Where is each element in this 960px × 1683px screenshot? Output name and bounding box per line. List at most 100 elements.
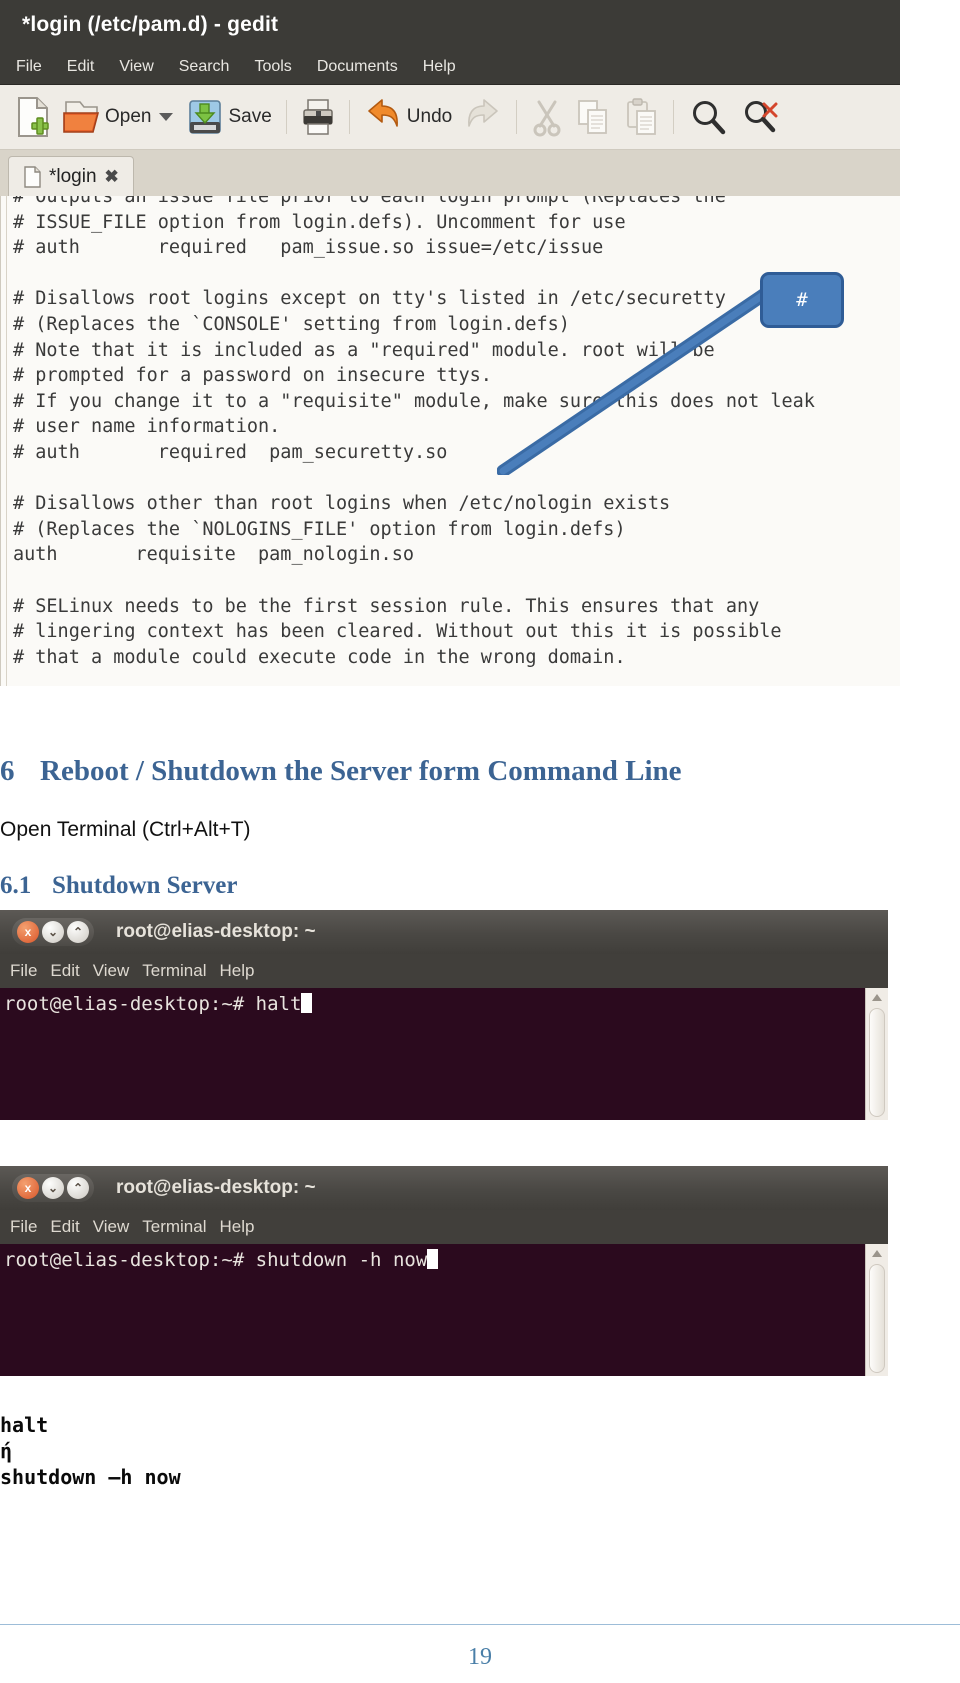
editor-line-blank xyxy=(13,466,900,492)
replace-button[interactable] xyxy=(734,91,786,143)
editor-line-blank xyxy=(13,568,900,594)
editor-line: # SELinux needs to be the first session … xyxy=(13,595,760,617)
undo-button[interactable]: Undo xyxy=(358,91,458,143)
terminal1-title: root@elias-desktop: ~ xyxy=(116,921,316,942)
open-button-label: Open xyxy=(105,106,152,127)
terminal2-body[interactable]: root@elias-desktop:~# shutdown -h now xyxy=(0,1244,888,1376)
window-title: *login (/etc/pam.d) - gedit xyxy=(22,13,279,36)
open-folder-icon xyxy=(62,96,100,138)
editor-line: # (Replaces the `NOLOGINS_FILE' option f… xyxy=(13,518,626,540)
terminal2-titlebar: x ⌄ ⌃ root@elias-desktop: ~ xyxy=(0,1166,888,1210)
menu-file[interactable]: File xyxy=(12,56,46,78)
terminal1-menu-file[interactable]: File xyxy=(10,961,37,981)
terminal1-titlebar: x ⌄ ⌃ root@elias-desktop: ~ xyxy=(0,910,888,954)
page-number: 19 xyxy=(468,1644,492,1670)
redo-arrow-icon xyxy=(464,96,502,138)
new-document-button[interactable] xyxy=(10,91,56,143)
intro-paragraph: Open Terminal (Ctrl+Alt+T) xyxy=(0,818,251,841)
terminal2-menu-terminal[interactable]: Terminal xyxy=(142,1217,206,1237)
undo-arrow-icon xyxy=(364,96,402,138)
save-button[interactable]: Save xyxy=(181,91,277,143)
tab-login[interactable]: *login ✖ xyxy=(8,156,134,196)
toolbar-separator-4 xyxy=(673,100,675,134)
gedit-titlebar: *login (/etc/pam.d) - gedit xyxy=(0,0,900,50)
menu-documents[interactable]: Documents xyxy=(313,56,402,78)
terminal2-prompt: root@elias-desktop:~# xyxy=(4,1249,256,1271)
menu-edit[interactable]: Edit xyxy=(63,56,99,78)
scrollbar-thumb[interactable] xyxy=(869,1264,885,1373)
minimize-icon[interactable]: ⌄ xyxy=(42,921,64,943)
save-button-label: Save xyxy=(228,106,272,127)
terminal1-body[interactable]: root@elias-desktop:~# halt xyxy=(0,988,888,1120)
editor-line: # prompted for a password on insecure tt… xyxy=(13,365,492,387)
terminal1-screen[interactable]: root@elias-desktop:~# halt xyxy=(0,988,865,1120)
redo-button xyxy=(458,91,508,143)
terminal1-menu-view[interactable]: View xyxy=(93,961,130,981)
find-replace-icon xyxy=(740,96,780,138)
terminal1-menu-help[interactable]: Help xyxy=(220,961,255,981)
minimize-icon[interactable]: ⌄ xyxy=(42,1177,64,1199)
terminal1-menubar: File Edit View Terminal Help xyxy=(0,954,888,988)
toolbar-separator-2 xyxy=(348,100,350,134)
terminal2-scrollbar[interactable] xyxy=(865,1244,888,1376)
find-button[interactable] xyxy=(682,91,734,143)
gedit-editor-area[interactable]: # Outputs an issue file prior to each lo… xyxy=(0,196,900,686)
section-heading-6-1: 6.1 Shutdown Server xyxy=(0,872,960,900)
terminal-window-halt: x ⌄ ⌃ root@elias-desktop: ~ File Edit Vi… xyxy=(0,910,888,1120)
maximize-icon[interactable]: ⌃ xyxy=(67,921,89,943)
terminal1-prompt: root@elias-desktop:~# xyxy=(4,993,256,1015)
copy-icon xyxy=(575,96,611,138)
menu-tools[interactable]: Tools xyxy=(250,56,295,78)
open-dropdown-chevron-down-icon[interactable] xyxy=(159,113,174,121)
terminal2-menu-help[interactable]: Help xyxy=(220,1217,255,1237)
maximize-icon[interactable]: ⌃ xyxy=(67,1177,89,1199)
heading1-number: 6 xyxy=(0,755,15,787)
close-icon[interactable]: x xyxy=(17,921,39,943)
terminal1-menu-edit[interactable]: Edit xyxy=(50,961,79,981)
menu-help[interactable]: Help xyxy=(419,56,460,78)
gedit-window: *login (/etc/pam.d) - gedit File Edit Vi… xyxy=(0,0,900,700)
gedit-menubar: File Edit View Search Tools Documents He… xyxy=(0,50,900,85)
editor-line: # user name information. xyxy=(13,416,281,438)
paste-clipboard-icon xyxy=(623,96,659,138)
heading1-text: Reboot / Shutdown the Server form Comman… xyxy=(40,755,682,787)
scroll-up-arrow-icon[interactable] xyxy=(872,1250,882,1257)
toolbar-separator-3 xyxy=(516,100,518,134)
editor-line: # lingering context has been cleared. Wi… xyxy=(13,621,782,643)
editor-line: # If you change it to a "requisite" modu… xyxy=(13,390,815,412)
scroll-up-arrow-icon[interactable] xyxy=(872,994,882,1001)
terminal2-title: root@elias-desktop: ~ xyxy=(116,1177,316,1198)
scrollbar-thumb[interactable] xyxy=(869,1008,885,1117)
terminal2-menubar: File Edit View Terminal Help xyxy=(0,1210,888,1244)
close-icon[interactable]: ✖ xyxy=(105,167,119,187)
terminal1-command: halt xyxy=(255,993,302,1015)
editor-line: # auth required pam_issue.so issue=/etc/… xyxy=(13,237,604,259)
tab-login-label: *login xyxy=(49,165,97,187)
close-icon[interactable]: x xyxy=(17,1177,39,1199)
new-document-icon xyxy=(16,96,50,138)
terminal1-menu-terminal[interactable]: Terminal xyxy=(142,961,206,981)
terminal-window-shutdown: x ⌄ ⌃ root@elias-desktop: ~ File Edit Vi… xyxy=(0,1166,888,1376)
editor-line: # auth required pam_securetty.so xyxy=(13,441,448,463)
editor-text: # Outputs an issue file prior to each lo… xyxy=(1,196,900,670)
editor-line: auth requisite pam_nologin.so xyxy=(13,544,414,566)
open-button[interactable]: Open xyxy=(56,91,157,143)
command-code-block: halt ή shutdown –h now xyxy=(0,1413,181,1489)
editor-line: # Disallows root logins except on tty's … xyxy=(13,288,726,310)
terminal1-window-buttons: x ⌄ ⌃ xyxy=(12,918,94,946)
terminal2-menu-edit[interactable]: Edit xyxy=(50,1217,79,1237)
editor-line: # ISSUE_FILE option from login.defs). Un… xyxy=(13,211,626,233)
terminal2-menu-view[interactable]: View xyxy=(93,1217,130,1237)
terminal1-cursor xyxy=(301,993,313,1013)
menu-search[interactable]: Search xyxy=(175,56,234,78)
print-button[interactable] xyxy=(295,91,341,143)
editor-line: # Disallows other than root logins when … xyxy=(13,493,671,515)
terminal2-menu-file[interactable]: File xyxy=(10,1217,37,1237)
footer-divider xyxy=(0,1624,960,1625)
menu-view[interactable]: View xyxy=(115,56,157,78)
terminal2-command: shutdown -h now xyxy=(255,1249,428,1271)
terminal1-scrollbar[interactable] xyxy=(865,988,888,1120)
cut-button xyxy=(525,91,569,143)
terminal2-screen[interactable]: root@elias-desktop:~# shutdown -h now xyxy=(0,1244,865,1376)
copy-button xyxy=(569,91,617,143)
